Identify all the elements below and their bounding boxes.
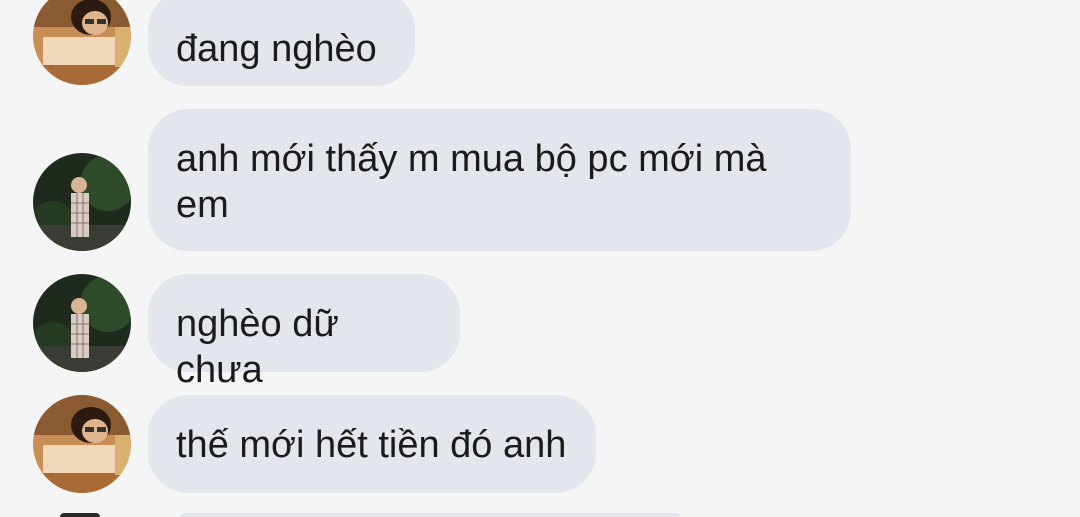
message-bubble[interactable]: đang nghèo [148, 0, 415, 86]
avatar-boy[interactable] [33, 274, 131, 372]
avatar-partial [60, 513, 100, 517]
message-bubble[interactable]: anh mới thấy m mua bộ pc mới mà em [148, 109, 851, 251]
message-row-partial [0, 513, 1080, 517]
avatar-boy-image [33, 153, 131, 251]
message-text: đang nghèo [176, 28, 377, 70]
avatar-girl-image [33, 0, 131, 85]
avatar-girl-image [33, 395, 131, 493]
avatar-girl[interactable] [33, 0, 131, 85]
message-bubble[interactable]: nghèo dữ chưa [148, 274, 460, 391]
chat-thread: đang nghèo anh mới thấy m mua bộ pc mới … [0, 0, 1080, 517]
message-bubble[interactable]: thế mới hết tiền đó anh [148, 395, 596, 493]
message-text: anh mới thấy m mua bộ pc mới mà em [176, 138, 767, 226]
avatar-boy-image [33, 274, 131, 372]
avatar-boy[interactable] [33, 153, 131, 251]
message-bubble-partial [180, 513, 680, 517]
avatar-girl[interactable] [33, 395, 131, 493]
message-text: nghèo dữ chưa [176, 303, 339, 391]
message-text: thế mới hết tiền đó anh [176, 424, 567, 466]
